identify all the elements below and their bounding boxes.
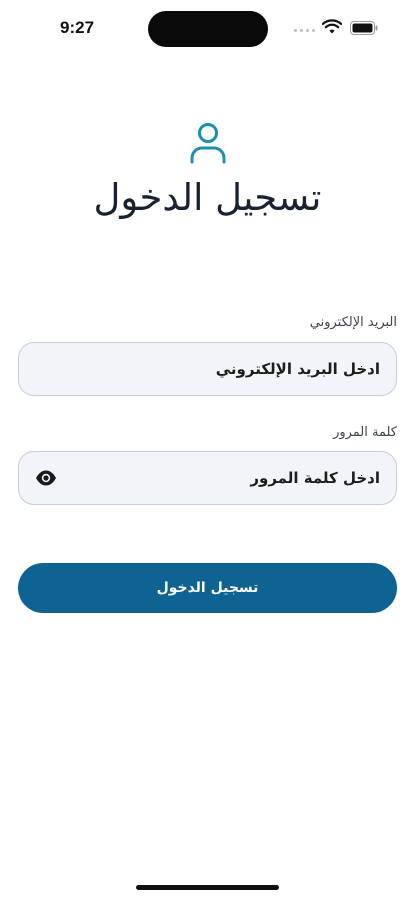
home-indicator [136,885,279,890]
wifi-icon [322,19,342,34]
status-bar: 9:27 [0,0,415,56]
email-input[interactable] [19,343,396,395]
status-time: 9:27 [60,18,95,37]
email-label: البريد الإلكتروني [309,315,397,330]
email-field-container [18,342,397,396]
battery-icon [350,21,378,35]
password-input[interactable] [19,452,396,504]
page-title: تسجيل الدخول [93,176,322,219]
password-field-container [18,451,397,505]
login-button[interactable]: تسجيل الدخول [18,563,397,613]
user-icon [190,123,226,164]
signal-dots-icon [294,29,315,32]
password-label: كلمة المرور [333,425,397,440]
eye-icon[interactable] [35,468,57,488]
dynamic-island [148,11,268,47]
